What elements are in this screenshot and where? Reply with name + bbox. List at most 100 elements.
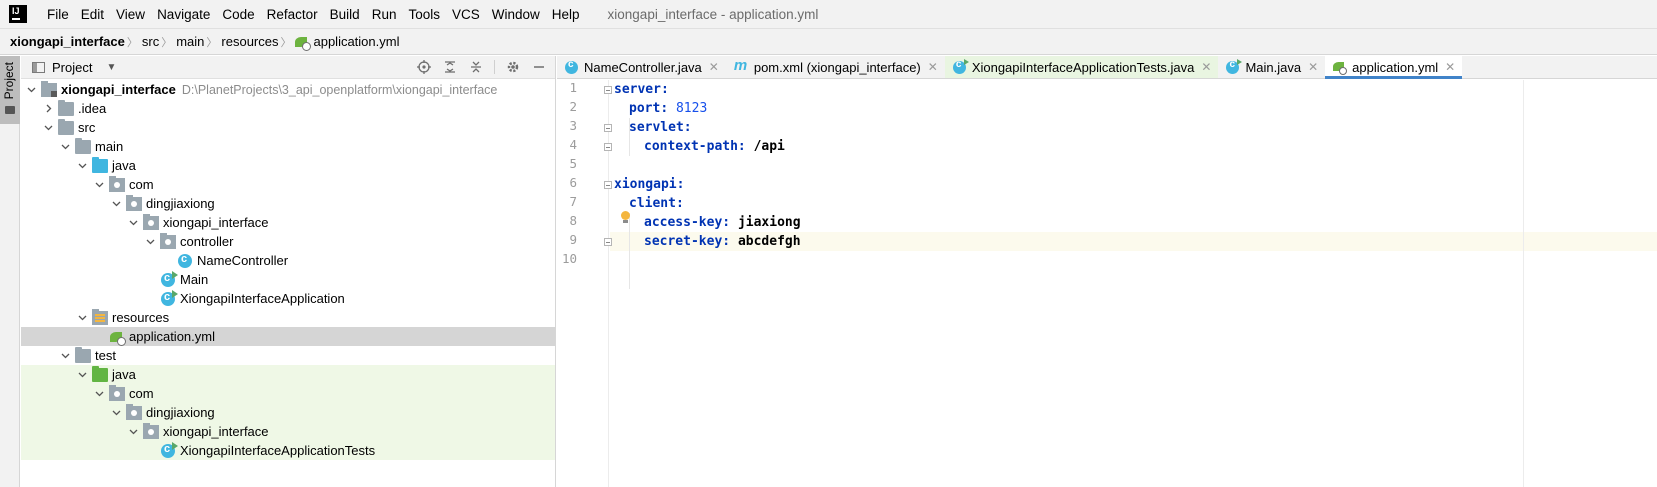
- tab-pom[interactable]: pom.xml (xiongapi_interface) ✕: [726, 56, 945, 78]
- tab-application-yml[interactable]: application.yml ✕: [1325, 56, 1463, 79]
- locate-file-icon[interactable]: [416, 59, 432, 75]
- close-icon[interactable]: ✕: [1445, 60, 1455, 74]
- tab-label: pom.xml (xiongapi_interface): [753, 59, 921, 75]
- menu-refactor[interactable]: Refactor: [261, 7, 324, 22]
- breadcrumb-separator-icon: 〉: [206, 36, 218, 49]
- chevron-down-icon[interactable]: [76, 156, 88, 175]
- gear-icon[interactable]: [505, 59, 521, 75]
- expand-all-icon[interactable]: [442, 59, 458, 75]
- menu-window[interactable]: Window: [486, 7, 546, 22]
- project-panel-title[interactable]: Project: [52, 60, 92, 75]
- menu-edit[interactable]: Edit: [75, 7, 110, 22]
- chevron-down-icon[interactable]: [127, 422, 139, 441]
- chevron-down-icon[interactable]: [76, 308, 88, 327]
- menu-navigate[interactable]: Navigate: [151, 7, 216, 22]
- chevron-down-icon[interactable]: [59, 346, 71, 365]
- hide-panel-icon[interactable]: [531, 59, 547, 75]
- tree-row-application-yml[interactable]: application.yml: [21, 327, 555, 346]
- chevron-down-icon[interactable]: [144, 232, 156, 251]
- left-tool-stripe: Project: [0, 56, 20, 487]
- menu-vcs[interactable]: VCS: [446, 7, 486, 22]
- breadcrumb-file[interactable]: application.yml: [313, 34, 399, 49]
- fold-icon[interactable]: [604, 86, 612, 94]
- tree-row-src[interactable]: src: [21, 118, 555, 137]
- tree-row-main-class[interactable]: Main: [21, 270, 555, 289]
- chevron-down-icon[interactable]: [93, 384, 105, 403]
- tree-row-controller[interactable]: controller: [21, 232, 555, 251]
- tree-item-label: .idea: [78, 101, 107, 116]
- close-icon[interactable]: ✕: [709, 60, 719, 74]
- collapse-all-icon[interactable]: [468, 59, 484, 75]
- yaml-key: context-path: [644, 139, 738, 154]
- tree-row-namecontroller[interactable]: NameController: [21, 251, 555, 270]
- menu-run[interactable]: Run: [366, 7, 403, 22]
- folder-icon: [75, 137, 91, 154]
- project-tool-window-button[interactable]: Project: [0, 56, 20, 124]
- intellij-logo-icon[interactable]: [9, 5, 27, 23]
- tree-row-test-xiongapi-interface[interactable]: xiongapi_interface: [21, 422, 555, 441]
- chevron-down-icon[interactable]: [76, 365, 88, 384]
- close-icon[interactable]: ✕: [1308, 60, 1318, 74]
- menu-build[interactable]: Build: [324, 7, 366, 22]
- line-number: 9: [569, 232, 577, 247]
- breadcrumb-resources[interactable]: resources: [221, 34, 278, 49]
- tree-row-xiongapi-interface[interactable]: xiongapi_interface: [21, 213, 555, 232]
- tree-row-test-dingjiaxiong[interactable]: dingjiaxiong: [21, 403, 555, 422]
- tab-label: XiongapiInterfaceApplicationTests.java: [971, 59, 1195, 75]
- chevron-down-icon[interactable]: [42, 118, 54, 137]
- chevron-down-icon[interactable]: [127, 213, 139, 232]
- tree-row-resources[interactable]: resources: [21, 308, 555, 327]
- fold-icon[interactable]: [604, 124, 612, 132]
- chevron-right-icon[interactable]: [42, 99, 54, 118]
- fold-icon[interactable]: [604, 238, 612, 246]
- chevron-down-icon[interactable]: [59, 137, 71, 156]
- tab-namecontroller[interactable]: NameController.java ✕: [557, 56, 726, 78]
- tree-row-test[interactable]: test: [21, 346, 555, 365]
- tree-row-test-com[interactable]: com: [21, 384, 555, 403]
- tree-item-label: com: [129, 386, 154, 401]
- fold-icon[interactable]: [604, 181, 612, 189]
- tree-row-main-java[interactable]: java: [21, 156, 555, 175]
- breadcrumb-project[interactable]: xiongapi_interface: [10, 34, 125, 49]
- chevron-down-icon[interactable]: [110, 194, 122, 213]
- chevron-down-icon[interactable]: [110, 403, 122, 422]
- menu-tools[interactable]: Tools: [402, 7, 446, 22]
- tree-row-project-root[interactable]: xiongapi_interface D:\PlanetProjects\3_a…: [21, 80, 555, 99]
- chevron-down-icon[interactable]: [93, 175, 105, 194]
- tab-application-tests[interactable]: XiongapiInterfaceApplicationTests.java ✕: [944, 56, 1219, 78]
- test-source-folder-icon: [92, 365, 108, 382]
- code-line-6: xiongapi:: [614, 175, 684, 194]
- project-panel-toolbar: [416, 59, 547, 75]
- tree-row-com[interactable]: com: [21, 175, 555, 194]
- yaml-key: servlet: [629, 120, 684, 135]
- menu-code[interactable]: Code: [216, 7, 260, 22]
- yaml-colon: :: [676, 177, 685, 192]
- editor-tabs: NameController.java ✕ pom.xml (xiongapi_…: [557, 56, 1657, 79]
- java-runnable-class-icon: [161, 441, 178, 458]
- menu-help[interactable]: Help: [546, 7, 586, 22]
- menu-view[interactable]: View: [110, 7, 151, 22]
- tree-item-label: src: [78, 120, 96, 135]
- close-icon[interactable]: ✕: [1201, 60, 1211, 74]
- fold-icon[interactable]: [604, 143, 612, 151]
- menu-file[interactable]: File: [41, 7, 75, 22]
- maven-icon: [734, 57, 748, 74]
- close-icon[interactable]: ✕: [928, 60, 938, 74]
- tree-row-application-tests[interactable]: XiongapiInterfaceApplicationTests: [21, 441, 555, 460]
- chevron-down-icon[interactable]: [25, 80, 37, 99]
- tree-row-application-class[interactable]: XiongapiInterfaceApplication: [21, 289, 555, 308]
- breadcrumb-src[interactable]: src: [142, 34, 159, 49]
- yaml-colon: :: [722, 215, 731, 230]
- yaml-key: port: [629, 101, 661, 116]
- tree-row-main[interactable]: main: [21, 137, 555, 156]
- project-panel-header: Project ▼: [21, 56, 555, 79]
- tab-main[interactable]: Main.java ✕: [1218, 56, 1325, 78]
- tree-row-dingjiaxiong[interactable]: dingjiaxiong: [21, 194, 555, 213]
- breadcrumb-main[interactable]: main: [176, 34, 204, 49]
- tree-row-test-java[interactable]: java: [21, 365, 555, 384]
- folder-icon: [5, 106, 15, 114]
- tree-row-idea[interactable]: .idea: [21, 99, 555, 118]
- chevron-down-icon[interactable]: ▼: [106, 62, 116, 73]
- line-number: 3: [569, 118, 577, 133]
- code-editor[interactable]: 1 2 3 4 5 6 7 8 9 10 server: port: 8123 …: [557, 80, 1657, 487]
